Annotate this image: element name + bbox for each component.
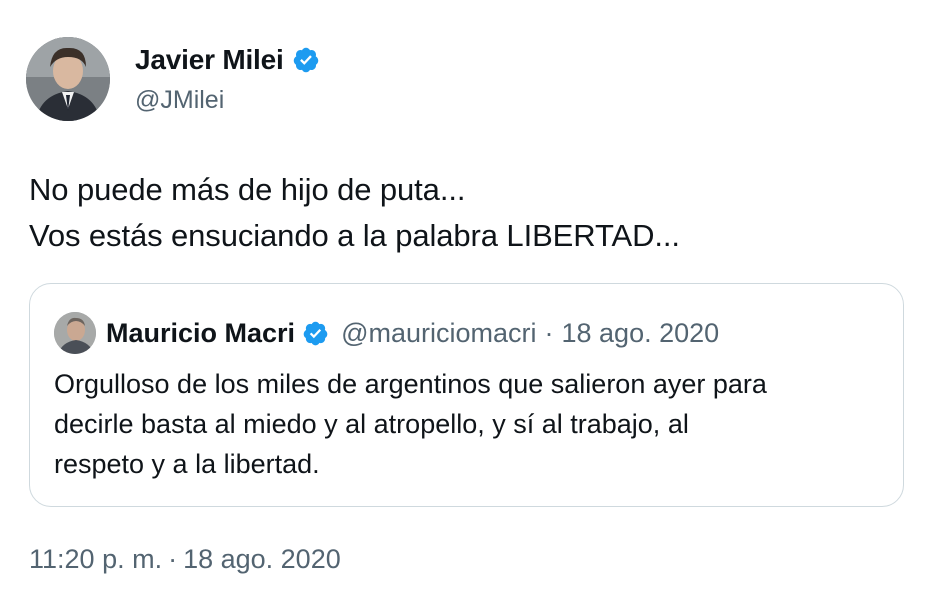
verified-badge-icon [302,320,329,347]
tweet-timestamp[interactable]: 11:20 p. m. · 18 ago. 2020 [29,544,341,575]
tweet-text-line: No puede más de hijo de puta... [29,172,466,207]
quoted-author-name: Mauricio Macri [106,317,296,348]
quoted-header: Mauricio Macri @mauriciomacri · 18 ago. … [106,315,719,351]
timestamp-date: 18 ago. 2020 [183,544,341,574]
author-name-row: Javier Milei [135,42,320,78]
author-name[interactable]: Javier Milei [135,44,284,76]
quoted-text: Orgulloso de los miles de argentinos que… [54,364,884,484]
timestamp-time: 11:20 p. m. [29,544,163,574]
quoted-author-avatar [54,312,96,354]
quoted-separator: · [544,317,554,348]
quoted-date: 18 ago. 2020 [561,317,720,348]
quoted-author-handle: @mauriciomacri [341,317,537,348]
quoted-avatar-image [54,312,96,354]
tweet-text-line: Vos estás ensuciando a la palabra LIBERT… [29,218,680,253]
verified-badge-icon [292,46,320,74]
author-handle[interactable]: @JMilei [135,86,224,115]
quoted-text-line: Orgulloso de los miles de argentinos que… [54,369,767,399]
avatar-image [26,37,110,121]
author-avatar[interactable] [26,37,110,121]
tweet-card: Javier Milei @JMilei No puede más de hij… [0,0,930,604]
quoted-text-line: decirle basta al miedo y al atropello, y… [54,409,689,439]
quoted-tweet[interactable]: Mauricio Macri @mauriciomacri · 18 ago. … [29,283,904,507]
timestamp-separator: · [168,544,178,574]
quoted-text-line: respeto y a la libertad. [54,449,320,479]
tweet-text: No puede más de hijo de puta... Vos está… [29,167,680,259]
